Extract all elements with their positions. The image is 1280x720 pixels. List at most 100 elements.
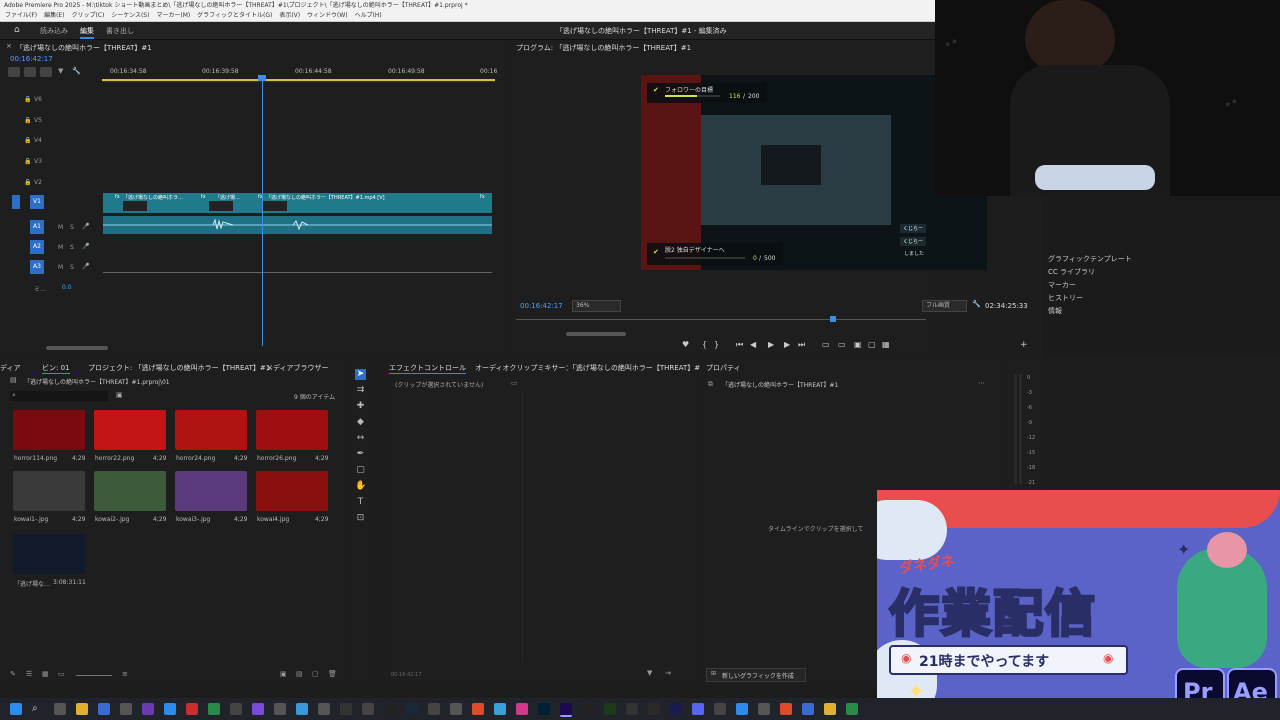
linked-selection-icon[interactable]: [24, 67, 36, 77]
slip-tool-icon[interactable]: ↔: [355, 433, 366, 444]
audio-clip-a1[interactable]: [103, 216, 492, 234]
trash-icon[interactable]: 🗑: [328, 670, 337, 678]
lock-icon[interactable]: 🔒: [24, 158, 31, 165]
video-clip[interactable]: fx 「逃げ場なしの絶叫ホラ… fx 「逃げ場… fx 「逃げ場なしの絶叫ホラー…: [103, 193, 492, 213]
app-icon[interactable]: [648, 703, 660, 715]
app-icon[interactable]: [582, 703, 594, 715]
camera-icon[interactable]: ▣: [854, 340, 862, 349]
chrome-icon[interactable]: [472, 703, 484, 715]
track-v4-label[interactable]: V4: [34, 137, 42, 144]
photoshop-icon[interactable]: [538, 703, 550, 715]
app-icon[interactable]: [296, 703, 308, 715]
lock-icon[interactable]: 🔒: [24, 137, 31, 144]
premiere-icon[interactable]: [560, 703, 572, 717]
tab-import[interactable]: 読み込み: [40, 26, 68, 36]
app-icon[interactable]: [98, 703, 110, 715]
panel-graphic-templates[interactable]: グラフィックテンプレート: [1048, 254, 1132, 264]
menu-edit[interactable]: 編集(E): [44, 12, 64, 19]
panel-history[interactable]: ヒストリー: [1048, 293, 1083, 303]
play-icon[interactable]: ▶: [768, 340, 774, 349]
list-view-icon[interactable]: ☰: [26, 670, 32, 678]
app-icon[interactable]: [626, 703, 638, 715]
program-zoom-bar[interactable]: [566, 332, 626, 336]
app-icon[interactable]: [758, 703, 770, 715]
thumbnail[interactable]: [94, 471, 166, 511]
program-scrubber[interactable]: [516, 319, 926, 320]
app-icon[interactable]: [120, 703, 132, 715]
playhead[interactable]: [262, 76, 263, 346]
discord-icon[interactable]: [692, 703, 704, 715]
more-icon[interactable]: ⋯: [978, 379, 985, 387]
panel-menu-icon[interactable]: ▭: [511, 379, 518, 387]
add-marker-icon[interactable]: ♥: [682, 340, 689, 349]
app-icon[interactable]: [824, 703, 836, 715]
safe-margins-icon[interactable]: ▦: [882, 340, 890, 349]
program-playhead[interactable]: [830, 316, 836, 322]
mark-out-icon[interactable]: }: [714, 340, 719, 349]
app-icon[interactable]: [208, 703, 220, 715]
quality-select[interactable]: フル画質: [922, 300, 967, 312]
steam-icon[interactable]: [406, 703, 418, 715]
task-view-icon[interactable]: [54, 703, 66, 715]
app-icon[interactable]: [450, 703, 462, 715]
solo-button[interactable]: S: [70, 224, 74, 231]
app-icon[interactable]: [164, 703, 176, 715]
thumbnail[interactable]: [13, 410, 85, 450]
app-icon[interactable]: [494, 703, 506, 715]
thumbnail[interactable]: [94, 410, 166, 450]
home-icon[interactable]: ⌂: [14, 25, 20, 35]
new-bin-footer-icon[interactable]: ▤: [296, 670, 303, 678]
app-icon[interactable]: [516, 703, 528, 715]
windows-start-icon[interactable]: [10, 703, 22, 715]
mix-volume-value[interactable]: 0.0: [62, 284, 72, 291]
app-icon[interactable]: [736, 703, 748, 715]
app-icon[interactable]: [186, 703, 198, 715]
step-forward-icon[interactable]: ▶: [784, 340, 790, 349]
thumbnail[interactable]: [13, 534, 85, 574]
ripple-edit-tool-icon[interactable]: ✚: [355, 401, 366, 412]
app-icon[interactable]: [846, 703, 858, 715]
track-v2-label[interactable]: V2: [34, 179, 42, 186]
source-patch-v1[interactable]: [12, 195, 20, 209]
tab-bin[interactable]: ビン: 01: [42, 363, 70, 374]
menu-window[interactable]: ウィンドウ(W): [307, 12, 348, 19]
close-icon[interactable]: ×: [6, 42, 12, 50]
extract-icon[interactable]: ▭: [838, 340, 846, 349]
track-v3-label[interactable]: V3: [34, 158, 42, 165]
track-v5-label[interactable]: V5: [34, 117, 42, 124]
filter-icon[interactable]: ▼: [647, 669, 652, 677]
lift-icon[interactable]: ▭: [822, 340, 830, 349]
app-icon[interactable]: [340, 703, 352, 715]
thumbnail[interactable]: [13, 471, 85, 511]
find-icon[interactable]: ▣: [280, 670, 287, 678]
snap-icon[interactable]: [8, 67, 20, 77]
sort-icon[interactable]: ≡: [122, 670, 128, 678]
menu-file[interactable]: ファイル(F): [5, 12, 37, 19]
panel-markers[interactable]: マーカー: [1048, 280, 1076, 290]
solo-button[interactable]: S: [70, 264, 74, 271]
mic-icon[interactable]: 🎤: [82, 223, 89, 230]
pen-tool-icon[interactable]: ✒: [355, 449, 366, 460]
app-icon[interactable]: [142, 703, 154, 715]
aftereffects-icon[interactable]: [670, 703, 682, 715]
freeform-view-icon[interactable]: ▭: [58, 670, 65, 678]
hand-tool-icon[interactable]: ✋: [355, 481, 366, 492]
thumbnail[interactable]: [175, 471, 247, 511]
thumbnail[interactable]: [256, 410, 328, 450]
track-a3-label[interactable]: A3: [30, 260, 44, 274]
tab-media-browser[interactable]: メディアブラウザー: [266, 363, 329, 373]
lock-icon[interactable]: 🔒: [24, 179, 31, 186]
app-icon[interactable]: [274, 703, 286, 715]
app-icon[interactable]: [780, 703, 792, 715]
tab-edit[interactable]: 編集: [80, 26, 94, 39]
track-a2-label[interactable]: A2: [30, 240, 44, 254]
go-to-out-icon[interactable]: ⏭: [798, 340, 805, 350]
track-select-tool-icon[interactable]: ⇉: [355, 385, 366, 396]
new-item-icon[interactable]: ▢: [312, 670, 319, 678]
add-button-icon[interactable]: +: [1020, 340, 1028, 350]
comparison-icon[interactable]: ▢: [868, 340, 876, 349]
pencil-icon[interactable]: ✎: [10, 670, 16, 678]
search-input[interactable]: ⌕: [10, 391, 108, 401]
tab-audio-clip-mixer[interactable]: オーディオクリップミキサー：「逃げ場なしの絶叫ホラー【THREAT】#1: [475, 363, 705, 373]
menu-clip[interactable]: クリップ(C): [71, 12, 104, 19]
